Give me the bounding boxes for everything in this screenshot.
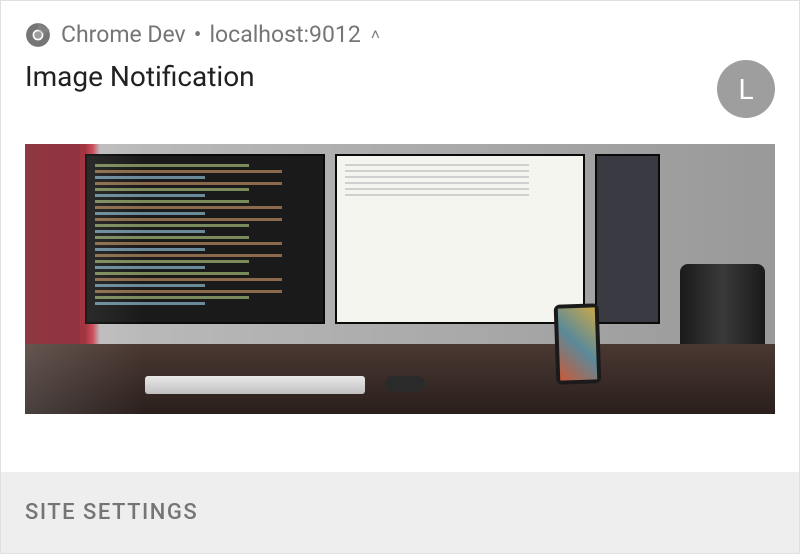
notification-image bbox=[25, 144, 775, 414]
app-name-label: Chrome Dev bbox=[61, 21, 186, 48]
notification-title: Image Notification bbox=[25, 60, 255, 93]
origin-label: localhost:9012 bbox=[209, 21, 360, 48]
site-settings-button[interactable]: SITE SETTINGS bbox=[25, 500, 198, 525]
separator-dot: • bbox=[194, 21, 202, 48]
notification-actions: SITE SETTINGS bbox=[1, 472, 799, 553]
notification-header: Chrome Dev • localhost:9012 ˄ bbox=[1, 1, 799, 56]
notification-title-row: Image Notification L bbox=[1, 56, 799, 126]
notification-image-container bbox=[1, 126, 799, 438]
avatar-badge: L bbox=[717, 60, 775, 118]
collapse-chevron-icon[interactable]: ˄ bbox=[371, 25, 380, 45]
chrome-dev-icon bbox=[25, 22, 51, 48]
